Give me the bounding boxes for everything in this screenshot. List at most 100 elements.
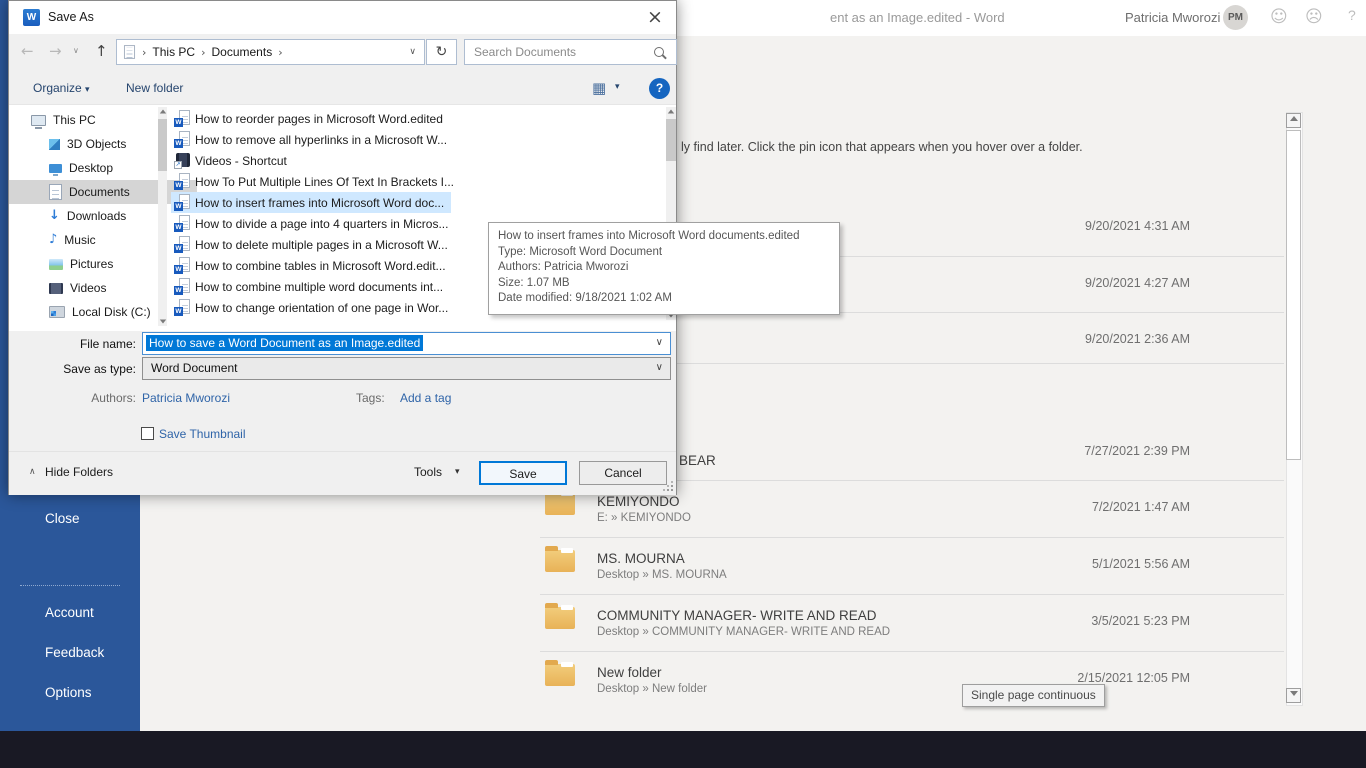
views-icon[interactable]: ▦ xyxy=(592,79,606,97)
folder-name[interactable]: KEMIYONDO xyxy=(597,494,680,509)
cancel-button[interactable]: Cancel xyxy=(579,461,667,485)
word-doc-icon xyxy=(174,257,191,274)
file-list-item[interactable]: How to reorder pages in Microsoft Word.e… xyxy=(171,108,450,129)
documents-icon xyxy=(49,184,62,200)
save-as-type-select[interactable]: Word Document ∨ xyxy=(142,357,671,380)
folder-name[interactable]: COMMUNITY MANAGER- WRITE AND READ xyxy=(597,608,877,623)
tools-button[interactable]: Tools xyxy=(414,465,442,479)
file-name-value: How to save a Word Document as an Image.… xyxy=(146,335,424,351)
sidebar-item-documents[interactable]: Documents xyxy=(9,180,197,204)
folder-icon[interactable] xyxy=(545,489,575,515)
authors-value[interactable]: Patricia Mworozi xyxy=(142,391,230,405)
avatar[interactable]: PM xyxy=(1223,5,1248,30)
sidebar-item-options[interactable]: Options xyxy=(45,685,92,700)
address-dropdown-chevron[interactable]: ∨ xyxy=(409,47,416,57)
screen: ent as an Image.edited - Word Patricia M… xyxy=(0,0,1366,768)
file-list-item-hovered[interactable]: How to insert frames into Microsoft Word… xyxy=(171,192,452,213)
breadcrumb-separator: › xyxy=(201,45,206,59)
add-tag-link[interactable]: Add a tag xyxy=(400,391,451,405)
file-list-item[interactable]: How to combine multiple word documents i… xyxy=(171,276,450,297)
row-divider xyxy=(540,594,1284,595)
new-folder-button[interactable]: New folder xyxy=(126,81,183,95)
scroll-down-arrow[interactable] xyxy=(1286,688,1301,703)
sidebar-item-videos[interactable]: Videos xyxy=(9,276,197,300)
frown-feedback-icon[interactable]: ☹ xyxy=(1305,7,1323,27)
folder-date: 9/20/2021 4:31 AM xyxy=(1085,219,1190,233)
tree-scrollbar[interactable] xyxy=(158,107,167,326)
folder-date: 3/5/2021 5:23 PM xyxy=(1091,614,1190,628)
breadcrumb-this-pc[interactable]: This PC xyxy=(152,45,195,59)
file-list-item[interactable]: How to change orientation of one page in… xyxy=(171,297,455,318)
downloads-icon: ↓ xyxy=(49,208,60,223)
folder-name-partial[interactable]: BEAR xyxy=(679,453,716,468)
view-mode-tooltip: Single page continuous xyxy=(962,684,1105,707)
hide-folders-chevron[interactable]: ∧ xyxy=(29,467,36,477)
tooltip-modified: Date modified: 9/18/2021 1:02 AM xyxy=(498,292,672,304)
folder-icon[interactable] xyxy=(545,660,575,686)
sidebar-item-feedback[interactable]: Feedback xyxy=(45,645,104,660)
file-list-item[interactable]: How to combine tables in Microsoft Word.… xyxy=(171,255,453,276)
back-icon[interactable]: ← xyxy=(21,42,34,60)
tooltip-authors: Authors: Patricia Mworozi xyxy=(498,261,629,273)
file-tooltip: How to insert frames into Microsoft Word… xyxy=(488,222,840,315)
folder-date: 5/1/2021 5:56 AM xyxy=(1092,557,1190,571)
sidebar-item-close[interactable]: Close xyxy=(45,511,80,526)
smiley-feedback-icon[interactable]: ☺ xyxy=(1270,7,1288,27)
tooltip-title: How to insert frames into Microsoft Word… xyxy=(498,230,800,242)
hide-folders-button[interactable]: Hide Folders xyxy=(45,465,113,479)
list-scrollbar-thumb[interactable] xyxy=(666,119,676,161)
help-button[interactable]: ? xyxy=(649,78,670,99)
up-icon[interactable]: ↑ xyxy=(95,42,108,60)
folder-name[interactable]: New folder xyxy=(597,665,662,680)
forward-icon[interactable]: → xyxy=(49,42,62,60)
sidebar-item-this-pc[interactable]: This PC xyxy=(9,108,179,132)
tools-chevron[interactable]: ▾ xyxy=(455,467,460,477)
search-box[interactable]: Search Documents xyxy=(464,39,677,65)
file-list-item[interactable]: How to delete multiple pages in a Micros… xyxy=(171,234,455,255)
sidebar-item-local-disk[interactable]: Local Disk (C:) xyxy=(9,300,197,324)
folder-icon[interactable] xyxy=(545,603,575,629)
breadcrumb-documents[interactable]: Documents xyxy=(212,45,273,59)
folder-date: 9/20/2021 4:27 AM xyxy=(1085,276,1190,290)
save-thumbnail-checkbox[interactable] xyxy=(141,427,154,440)
save-as-type-chevron[interactable]: ∨ xyxy=(656,362,663,373)
save-button[interactable]: Save xyxy=(479,461,567,485)
recent-locations-chevron[interactable]: ∨ xyxy=(73,46,79,55)
scroll-up-arrow[interactable] xyxy=(1286,113,1301,128)
authors-label: Authors: xyxy=(91,391,136,405)
sidebar-item-3d-objects[interactable]: 3D Objects xyxy=(9,132,197,156)
search-input[interactable]: Search Documents xyxy=(474,45,576,59)
file-name-input[interactable]: How to save a Word Document as an Image.… xyxy=(142,332,671,355)
file-list-item[interactable]: How to remove all hyperlinks in a Micros… xyxy=(171,129,454,150)
sidebar-item-desktop[interactable]: Desktop xyxy=(9,156,197,180)
resize-grip[interactable] xyxy=(671,489,673,491)
folder-date: 2/15/2021 12:05 PM xyxy=(1077,671,1190,685)
file-list-item[interactable]: Videos - Shortcut xyxy=(171,150,294,171)
folder-icon[interactable] xyxy=(545,546,575,572)
organize-button[interactable]: Organize ▾ xyxy=(33,81,90,95)
save-thumbnail-label: Save Thumbnail xyxy=(159,427,246,441)
word-doc-icon xyxy=(174,278,191,295)
file-list-item[interactable]: How To Put Multiple Lines Of Text In Bra… xyxy=(171,171,461,192)
folder-date: 7/2/2021 1:47 AM xyxy=(1092,500,1190,514)
pin-hint-text: ly find later. Click the pin icon that a… xyxy=(681,140,1083,154)
search-icon xyxy=(654,47,664,57)
folder-name[interactable]: MS. MOURNA xyxy=(597,551,685,566)
sidebar-item-pictures[interactable]: Pictures xyxy=(9,252,197,276)
sidebar-item-music[interactable]: ♪ Music xyxy=(9,228,197,252)
views-chevron[interactable]: ▾ xyxy=(615,82,620,92)
sidebar-item-downloads[interactable]: ↓ Downloads xyxy=(9,204,197,228)
dialog-close-button[interactable]: × xyxy=(640,5,670,29)
help-icon[interactable]: ? xyxy=(1348,7,1356,23)
address-bar[interactable]: › This PC › Documents › ∨ xyxy=(116,39,425,65)
refresh-button[interactable]: ↻ xyxy=(426,39,457,65)
word-doc-icon xyxy=(174,236,191,253)
file-list-item[interactable]: How to divide a page into 4 quarters in … xyxy=(171,213,455,234)
tree-scrollbar-thumb[interactable] xyxy=(158,119,167,171)
signed-in-user[interactable]: Patricia Mworozi xyxy=(1125,10,1220,25)
breadcrumb-separator: › xyxy=(278,45,283,59)
word-doc-icon xyxy=(174,215,191,232)
scrollbar-thumb[interactable] xyxy=(1286,130,1301,460)
file-name-dropdown-chevron[interactable]: ∨ xyxy=(656,337,663,348)
sidebar-item-account[interactable]: Account xyxy=(45,605,94,620)
